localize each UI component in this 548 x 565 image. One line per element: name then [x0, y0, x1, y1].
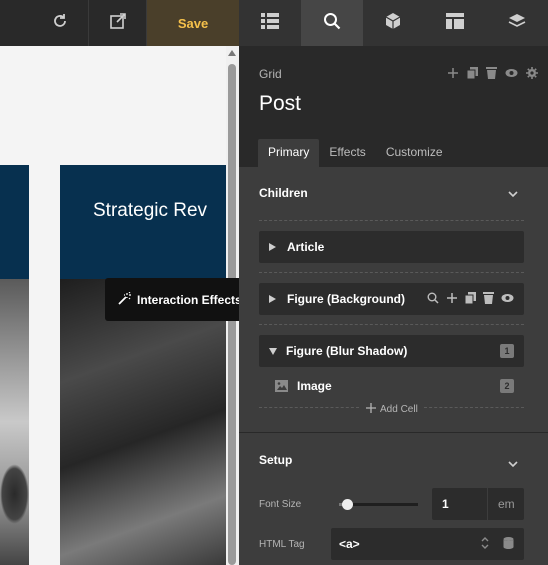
duplicate-icon[interactable]	[464, 291, 476, 307]
layout-icon	[446, 12, 465, 34]
updown-arrows-icon[interactable]	[481, 536, 489, 552]
add-cell-button[interactable]: Add Cell	[366, 403, 418, 416]
panel-tabs: Primary Effects Customize	[258, 139, 453, 167]
html-tag-value: <a>	[339, 537, 360, 551]
save-button[interactable]: Save	[147, 0, 239, 46]
eye-icon[interactable]	[505, 67, 518, 79]
gear-icon[interactable]	[526, 67, 538, 79]
layers-icon	[508, 12, 526, 35]
search-icon[interactable]	[427, 292, 439, 307]
plus-icon	[366, 403, 376, 416]
refresh-icon	[51, 12, 69, 35]
top-toolbar: Save	[0, 0, 548, 46]
plus-icon[interactable]	[446, 292, 458, 307]
element-kind: Grid	[259, 67, 282, 81]
card-title: Strategic Rev	[93, 200, 208, 221]
chevron-down-icon[interactable]	[508, 455, 518, 473]
refresh-button[interactable]	[31, 0, 89, 46]
child-item-figure-background[interactable]: Figure (Background)	[259, 283, 524, 315]
card-header	[60, 165, 226, 279]
elements-tab-button[interactable]	[239, 0, 301, 46]
trash-icon[interactable]	[483, 291, 494, 307]
html-tag-select[interactable]: <a>	[331, 528, 524, 560]
divider	[424, 407, 524, 408]
child-item-figure-blur-shadow[interactable]: Figure (Blur Shadow) 1	[259, 335, 524, 367]
chevron-down-icon[interactable]	[508, 185, 518, 203]
divider	[259, 407, 359, 408]
tab-primary[interactable]: Primary	[258, 139, 320, 167]
interaction-effects-tooltip[interactable]: Interaction Effects	[105, 278, 251, 321]
element-title[interactable]: Post	[259, 92, 301, 116]
divider	[259, 272, 524, 273]
setup-section: Setup Font Size 1 em HTML Tag <a>	[239, 433, 548, 565]
child-item-label: Figure (Background)	[287, 292, 406, 306]
collapse-arrow-icon[interactable]	[269, 347, 277, 355]
image-icon	[275, 380, 288, 392]
divider	[259, 324, 524, 325]
tab-effects[interactable]: Effects	[319, 139, 375, 167]
layers-tab-button[interactable]	[486, 0, 548, 46]
child-count-badge: 2	[500, 379, 514, 393]
child-item-article[interactable]: Article	[259, 231, 524, 263]
tab-customize[interactable]: Customize	[376, 139, 453, 167]
eye-icon[interactable]	[501, 292, 514, 307]
tooltip-label: Interaction Effects	[137, 292, 242, 307]
children-section: Children Article Figure (Background) Fig…	[239, 167, 548, 432]
move-icon[interactable]	[447, 67, 459, 79]
inspector-panel: Grid Post Primary Effects Customize Chil…	[239, 46, 548, 565]
list-icon	[260, 12, 279, 34]
expand-arrow-icon[interactable]	[269, 243, 276, 251]
font-size-value[interactable]: 1	[432, 497, 487, 511]
tree-silhouette	[0, 464, 29, 524]
external-link-icon	[109, 12, 127, 35]
search-icon	[323, 12, 341, 35]
child-item-label: Figure (Blur Shadow)	[286, 344, 408, 358]
item-actions	[427, 291, 524, 307]
cube-icon	[384, 12, 402, 35]
html-tag-label: HTML Tag	[259, 539, 305, 550]
font-size-unit[interactable]: em	[487, 488, 515, 520]
card-image	[60, 279, 226, 565]
child-count-badge: 1	[500, 344, 514, 358]
layout-tab-button[interactable]	[424, 0, 487, 46]
search-tab-button[interactable]	[300, 0, 363, 46]
header-actions	[447, 67, 538, 79]
child-item-label: Article	[287, 240, 325, 254]
select-actions	[481, 536, 524, 552]
card-header-left	[0, 165, 29, 279]
open-external-button[interactable]	[89, 0, 147, 46]
expand-arrow-icon[interactable]	[269, 295, 276, 303]
slider-knob[interactable]	[341, 499, 353, 510]
toolbar-left: Save	[0, 0, 239, 46]
magic-wand-icon	[118, 291, 137, 308]
font-size-label: Font Size	[259, 499, 302, 510]
components-tab-button[interactable]	[362, 0, 425, 46]
duplicate-icon[interactable]	[467, 67, 478, 79]
children-heading[interactable]: Children	[259, 186, 308, 200]
setup-heading[interactable]: Setup	[259, 453, 292, 467]
font-size-input[interactable]: 1 em	[432, 488, 524, 520]
toolbar-right	[239, 0, 548, 46]
divider	[259, 220, 524, 221]
panel-header: Grid Post	[239, 46, 548, 150]
database-icon[interactable]	[503, 536, 514, 552]
trash-icon[interactable]	[486, 67, 497, 79]
add-cell-label: Add Cell	[380, 404, 418, 415]
child-item-label: Image	[297, 379, 332, 393]
scroll-up-arrow-icon[interactable]	[228, 50, 236, 56]
child-item-image[interactable]: Image 2	[275, 376, 524, 396]
